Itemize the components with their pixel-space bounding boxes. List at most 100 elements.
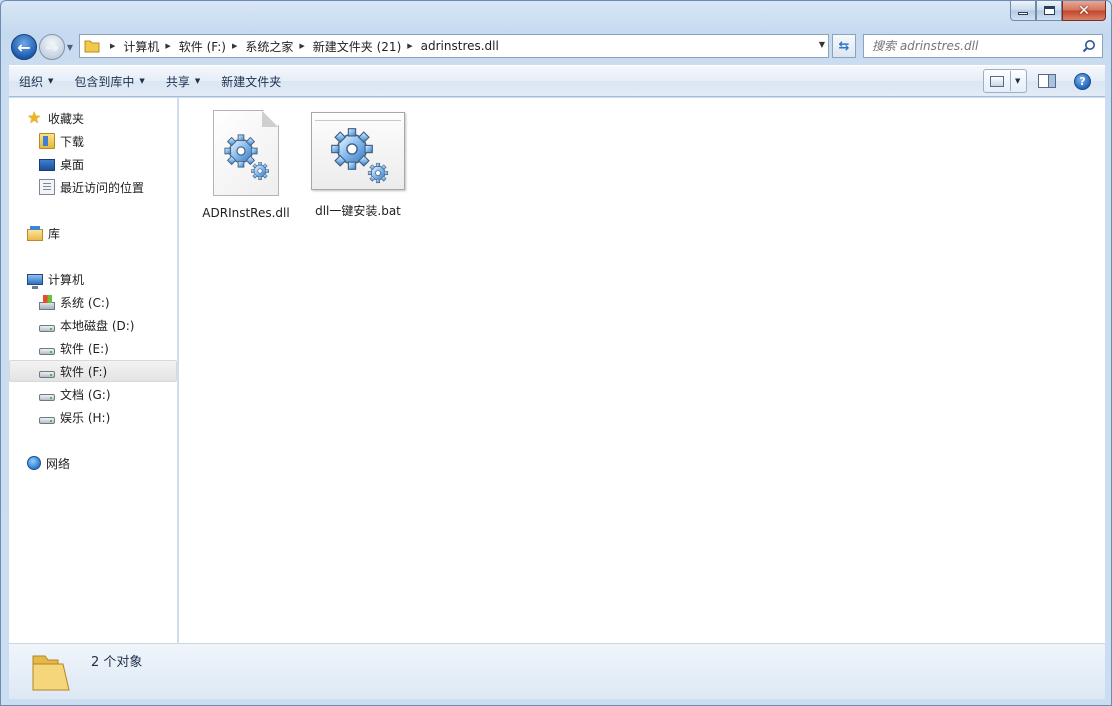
item-count: 2 个对象 [91, 655, 143, 670]
sidebar-item-label: 文档 (G:) [60, 387, 111, 402]
new-folder-button[interactable]: 新建文件夹 [211, 66, 292, 96]
breadcrumb-xitongzhijia[interactable]: 系统之家 [245, 38, 293, 55]
sidebar-item-label: 软件 (E:) [60, 341, 109, 356]
command-bar: 组织 ▼ 包含到库中 ▼ 共享 ▼ 新建文件夹 ▼ ? [9, 65, 1105, 97]
sidebar-item-label: 库 [48, 226, 61, 241]
forward-button[interactable]: → [39, 34, 65, 60]
divider [1010, 71, 1011, 91]
libraries-icon [27, 225, 43, 241]
back-arrow-icon: ← [17, 37, 31, 57]
new-folder-label: 新建文件夹 [221, 74, 282, 89]
dropdown-arrow-icon: ▼ [48, 77, 54, 85]
sidebar-item-favorites[interactable]: ★ 收藏夹 [9, 107, 177, 129]
file-item-dll-install-bat[interactable]: dll一键安装.bat [306, 112, 410, 219]
refresh-button[interactable]: ⇆ [832, 34, 856, 58]
gear-icon [330, 127, 389, 184]
sidebar-item-desktop[interactable]: 桌面 [9, 153, 177, 175]
breadcrumb-adrinstres[interactable]: adrinstres.dll [421, 39, 499, 53]
star-icon: ★ [27, 108, 42, 127]
explorer-window: ✕ ← → ▼ ▶ 计算机 ▶ 软件 (F:) ▶ 系统之家 ▶ 新建文件夹 (… [0, 0, 1112, 706]
sidebar-item-libraries[interactable]: 库 [9, 222, 177, 244]
toolbar-right: ▼ ? [983, 66, 1105, 96]
recent-pages-dropdown[interactable]: ▼ [64, 39, 76, 55]
chevron-right-icon[interactable]: ▶ [407, 42, 412, 50]
drive-icon [39, 348, 55, 355]
drive-icon [39, 394, 55, 401]
dropdown-arrow-icon[interactable]: ▼ [1015, 77, 1020, 85]
computer-icon [27, 273, 43, 289]
address-bar[interactable]: ▶ 计算机 ▶ 软件 (F:) ▶ 系统之家 ▶ 新建文件夹 (21) ▶ ad… [79, 34, 829, 58]
system-drive-icon [39, 294, 55, 310]
bat-file-icon [311, 112, 405, 190]
sidebar-item-label: 计算机 [48, 272, 85, 287]
search-input[interactable] [872, 39, 1077, 53]
close-button[interactable]: ✕ [1062, 1, 1106, 21]
share-menu[interactable]: 共享 ▼ [156, 66, 211, 96]
sidebar-item-label: 网络 [46, 456, 71, 471]
refresh-icon: ⇆ [838, 38, 850, 54]
sidebar-item-drive-f[interactable]: 软件 (F:) [9, 360, 177, 382]
sidebar-item-downloads[interactable]: 下载 [9, 130, 177, 152]
maximize-button[interactable] [1036, 1, 1062, 21]
drive-icon [39, 371, 55, 378]
sidebar-item-recent-places[interactable]: 最近访问的位置 [9, 176, 177, 198]
sidebar-item-computer[interactable]: 计算机 [9, 268, 177, 290]
sidebar-item-label: 下载 [60, 134, 85, 149]
details-pane: 2 个对象 [9, 643, 1105, 699]
dll-file-icon [213, 110, 279, 196]
include-in-library-menu[interactable]: 包含到库中 ▼ [64, 66, 155, 96]
help-icon[interactable]: ? [1074, 72, 1091, 90]
file-name: dll一键安装.bat [315, 204, 401, 218]
preview-pane-icon[interactable] [1038, 74, 1056, 88]
drive-icon [39, 417, 55, 424]
change-view-button[interactable]: ▼ [983, 69, 1027, 93]
share-label: 共享 [165, 74, 190, 89]
search-box[interactable] [863, 34, 1103, 58]
breadcrumb: ▶ 计算机 ▶ 软件 (F:) ▶ 系统之家 ▶ 新建文件夹 (21) ▶ ad… [104, 38, 499, 55]
search-icon[interactable] [1082, 39, 1096, 53]
sidebar-item-label: 桌面 [60, 157, 85, 172]
network-icon [27, 456, 41, 470]
chevron-right-icon[interactable]: ▶ [232, 42, 237, 50]
back-button[interactable]: ← [11, 34, 37, 60]
file-name: ADRInstRes.dll [202, 206, 290, 220]
folder-icon [32, 655, 70, 691]
sidebar-item-drive-h[interactable]: 娱乐 (H:) [9, 406, 177, 428]
sidebar-item-label: 软件 (F:) [60, 364, 108, 379]
drive-icon [39, 325, 55, 332]
maximize-icon [1043, 6, 1055, 15]
file-list-view[interactable]: ADRInstRes.dll dll一键安装.bat [179, 98, 1105, 643]
organize-label: 组织 [19, 74, 44, 89]
sidebar-item-drive-d[interactable]: 本地磁盘 (D:) [9, 314, 177, 336]
dropdown-arrow-icon: ▼ [194, 77, 201, 85]
dropdown-arrow-icon: ▼ [139, 77, 145, 85]
folder-icon [84, 38, 100, 54]
forward-arrow-icon: → [45, 37, 59, 57]
breadcrumb-drive-f[interactable]: 软件 (F:) [179, 38, 226, 55]
sidebar-item-drive-c[interactable]: 系统 (C:) [9, 291, 177, 313]
sidebar-item-label: 娱乐 (H:) [60, 410, 111, 425]
minimize-icon [1018, 12, 1028, 15]
downloads-folder-icon [39, 133, 55, 149]
breadcrumb-computer[interactable]: 计算机 [123, 38, 159, 55]
breadcrumb-new-folder-21[interactable]: 新建文件夹 (21) [313, 38, 401, 55]
view-icon [990, 75, 1004, 87]
file-item-adrinstres-dll[interactable]: ADRInstRes.dll [194, 110, 298, 220]
gear-icon [224, 134, 269, 180]
chevron-right-icon[interactable]: ▶ [110, 42, 115, 50]
sidebar-item-network[interactable]: 网络 [9, 452, 177, 474]
organize-menu[interactable]: 组织 ▼ [9, 66, 64, 96]
sidebar-item-label: 系统 (C:) [60, 295, 110, 310]
include-in-library-label: 包含到库中 [74, 74, 135, 89]
close-icon: ✕ [1078, 2, 1090, 19]
sidebar-item-drive-g[interactable]: 文档 (G:) [9, 383, 177, 405]
navigation-pane: ★ 收藏夹 下载 桌面 最近访问的位置 库 计算机 系统 (C:) 本地磁盘 (… [9, 98, 178, 643]
sidebar-item-drive-e[interactable]: 软件 (E:) [9, 337, 177, 359]
sidebar-item-label: 本地磁盘 (D:) [60, 318, 135, 333]
address-dropdown-icon[interactable]: ▼ [819, 40, 825, 49]
chevron-right-icon[interactable]: ▶ [165, 42, 170, 50]
sidebar-item-label: 收藏夹 [48, 111, 85, 126]
chevron-right-icon[interactable]: ▶ [299, 42, 304, 50]
minimize-button[interactable] [1010, 1, 1036, 21]
sidebar-item-label: 最近访问的位置 [60, 180, 145, 195]
